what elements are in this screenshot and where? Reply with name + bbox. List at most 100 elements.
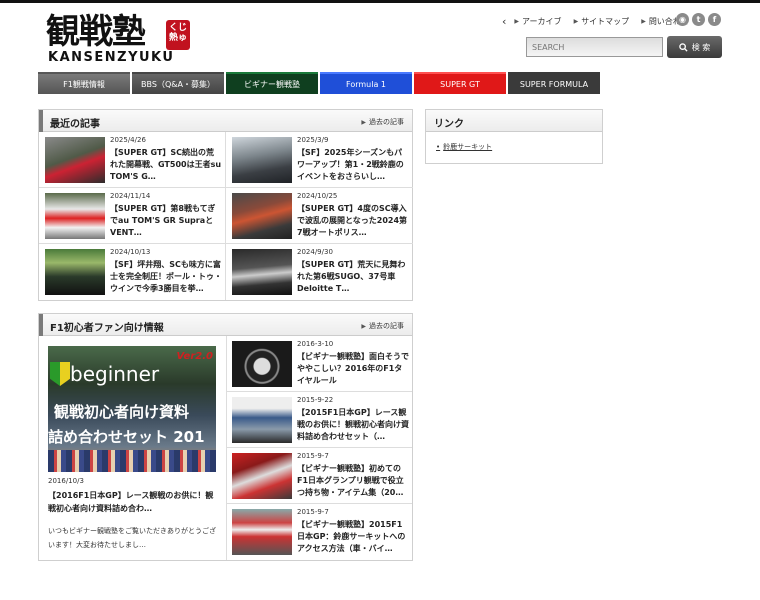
utility-links: ‹ ▶ アーカイブ ▶ サイトマップ ▶ 問い合わせ [502,14,701,28]
article-title: 【ビギナー観戦塾】2015F1日本GP：鈴鹿サーキットへのアクセス方法（車・バイ… [297,520,406,553]
article-title: 【SF】2025年シーズンもパワーアップ！第1・2戦鈴鹿のイベントをおさらいし… [297,148,404,181]
beginner-label: beginner [70,362,160,386]
logo-title: 観戦塾 [46,12,146,52]
beginner-article-item[interactable]: 2015-9-22 【2015F1日本GP】レース観戦のお供に！観戦初心者向け資… [226,392,412,448]
util-link-label: サイトマップ [581,16,630,26]
panel-header: 最近の記事 ▶ 過去の記事 [39,110,412,132]
beginner-article-item[interactable]: 2016-3-10 【ビギナー観戦塾】面白そうでややこしい？2016年のF1タイ… [226,336,412,392]
article-date: 2025/4/26 [110,136,146,144]
feature-excerpt: いつもビギナー観戦塾をご覧いただきありがとうございます！大変お待たせしまし… [48,527,216,549]
top-bar [0,0,760,3]
tab-label: SUPER FORMULA [519,79,589,89]
article-title: 【2015F1日本GP】レース観戦のお供に！観戦初心者向け資料詰め合わせセット（… [297,408,409,441]
feature-title[interactable]: 【2016F1日本GP】レース観戦のお供に！観戦初心者向け資料詰め合わ… [48,489,216,515]
recent-articles-panel: 最近の記事 ▶ 過去の記事 2025/4/26 【SUPER GT】SC続出の荒れ… [38,109,413,301]
article-title: 【SUPER GT】4度のSC導入で波乱の展開となった2024第7戦オートポリス… [297,204,408,237]
link-label: 鈴鹿サーキット [443,143,493,151]
social-icons: ◉ t f [676,13,721,26]
article-date: 2024/9/30 [297,248,333,256]
triangle-right-icon: ▶ [641,17,646,25]
panel-header: リンク [426,110,602,132]
article-item[interactable]: 2025/4/26 【SUPER GT】SC続出の荒れた開幕戦、GT500は王者… [39,132,226,188]
article-item[interactable]: 2024/9/30 【SUPER GT】荒天に見舞われた第6戦SUGO、37号車… [226,244,413,300]
search-button[interactable]: 検 索 [667,36,722,58]
article-item[interactable]: 2025/3/9 【SF】2025年シーズンもパワーアップ！第1・2戦鈴鹿のイベ… [226,132,413,188]
feature-date: 2016/10/3 [48,477,84,485]
search-button-label: 検 索 [691,42,711,52]
article-title: 【SUPER GT】SC続出の荒れた開幕戦、GT500は王者su TOM'S G… [110,148,222,181]
util-link-archive[interactable]: ▶ アーカイブ [514,16,561,27]
search-input[interactable] [526,37,663,57]
logo-subtitle: KANSENZYUKU [48,50,175,65]
triangle-right-icon: ▶ [514,17,520,25]
article-date: 2024/11/14 [110,192,151,200]
f1-beginner-panel: F1初心者ファン向け情報 ▶ 過去の記事 beginner Ver2.0 観戦初心… [38,313,413,561]
article-thumbnail [232,341,292,387]
util-link-label: アーカイブ [522,16,562,26]
article-title: 【ビギナー観戦塾】面白そうでややこしい？2016年のF1タイヤルール [297,352,409,385]
twitter-icon[interactable]: t [692,13,705,26]
triangle-right-icon: ▶ [361,118,366,126]
article-date: 2015-9-7 [297,452,329,460]
triangle-right-icon: ▶ [361,322,366,330]
rss-icon[interactable]: ◉ [676,13,689,26]
feature-image[interactable]: beginner Ver2.0 観戦初心者向け資料 詰め合わせセット 201 [48,346,216,472]
links-panel: リンク • 鈴鹿サーキット [425,109,603,164]
panel-header: F1初心者ファン向け情報 ▶ 過去の記事 [39,314,412,336]
panel-title: 最近の記事 [50,119,100,130]
crowd-image [48,450,216,472]
article-thumbnail [45,249,105,295]
tab-label: Formula 1 [346,79,386,89]
site-logo[interactable]: 観戦塾 くじ 熱ゅ KANSENZYUKU [46,12,196,65]
tab-label: SUPER GT [440,79,480,89]
past-articles-link[interactable]: ▶ 過去の記事 [361,117,404,127]
article-thumbnail [232,509,292,555]
panel-accent-bar [39,110,43,132]
search-icon [678,42,688,52]
tab-beginner[interactable]: ビギナー観戦塾 [226,72,318,94]
main-nav: F1観戦情報 BBS（Q&A・募集） ビギナー観戦塾 Formula 1 SUP… [38,72,600,94]
article-item[interactable]: 2024/10/13 【SF】坪井翔、SCも味方に富士を完全制圧！ポール・トゥ・… [39,244,226,300]
article-thumbnail [45,193,105,239]
panel-accent-bar [39,314,43,336]
article-date: 2016-3-10 [297,340,334,348]
facebook-icon[interactable]: f [708,13,721,26]
beginner-article-item[interactable]: 2015-9-7 【ビギナー観戦塾】2015F1日本GP：鈴鹿サーキットへのアク… [226,504,412,560]
util-link-sitemap[interactable]: ▶ サイトマップ [574,16,630,27]
article-title: 【SUPER GT】第8戦もてぎでau TOM'S GR Supraと VENT… [110,204,216,237]
tab-formula1[interactable]: Formula 1 [320,72,412,94]
article-thumbnail [232,397,292,443]
tab-label: ビギナー観戦塾 [244,79,300,89]
article-date: 2015-9-22 [297,396,334,404]
tab-bbs[interactable]: BBS（Q&A・募集） [132,72,224,94]
panel-title: リンク [434,119,464,130]
article-thumbnail [232,137,292,183]
article-date: 2025/3/9 [297,136,329,144]
bullet-icon: • [436,143,441,151]
chevron-left-icon[interactable]: ‹ [502,15,506,28]
beginner-article-item[interactable]: 2015-9-7 【ビギナー観戦塾】初めてのF1日本グランプリ観戦で役立つ持ち物… [226,448,412,504]
tab-super-gt[interactable]: SUPER GT [414,72,506,94]
article-thumbnail [232,453,292,499]
article-item[interactable]: 2024/11/14 【SUPER GT】第8戦もてぎでau TOM'S GR … [39,188,226,244]
tab-label: F1観戦情報 [63,79,105,89]
article-thumbnail [45,137,105,183]
article-thumbnail [232,249,292,295]
article-title: 【SF】坪井翔、SCも味方に富士を完全制圧！ポール・トゥ・ウインで今季3勝目を挙… [110,260,222,293]
article-title: 【ビギナー観戦塾】初めてのF1日本グランプリ観戦で役立つ持ち物・アイテム集（20… [297,464,404,497]
link-suzuka[interactable]: • 鈴鹿サーキット [436,142,492,152]
tab-f1-info[interactable]: F1観戦情報 [38,72,130,94]
tab-super-formula[interactable]: SUPER FORMULA [508,72,600,94]
article-date: 2015-9-7 [297,508,329,516]
article-date: 2024/10/25 [297,192,338,200]
beginner-badge [50,362,70,386]
article-item[interactable]: 2024/10/25 【SUPER GT】4度のSC導入で波乱の展開となった20… [226,188,413,244]
past-articles-label: 過去の記事 [369,322,404,330]
past-articles-link[interactable]: ▶ 過去の記事 [361,321,404,331]
article-thumbnail [232,193,292,239]
logo-stamp: くじ 熱ゅ [166,20,190,50]
article-title: 【SUPER GT】荒天に見舞われた第6戦SUGO、37号車Deloitte T… [297,260,406,293]
tab-label: BBS（Q&A・募集） [141,79,215,89]
version-label: Ver2.0 [176,351,213,362]
triangle-right-icon: ▶ [573,17,579,25]
